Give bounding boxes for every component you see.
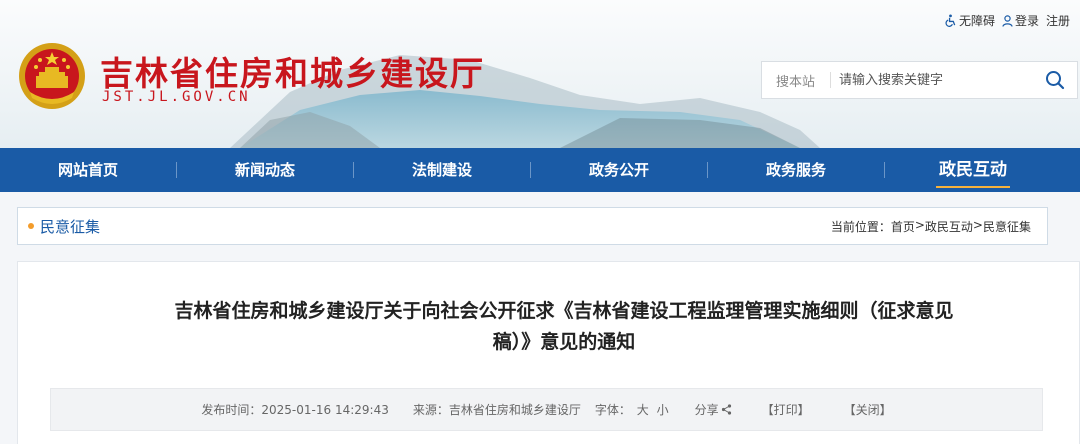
login-label: 登录 [1014,14,1039,28]
search-icon [1046,71,1065,90]
login-link[interactable]: 登录 [1002,12,1039,29]
publish-time: 发布时间：2025-01-16 14:29:43 [201,401,388,418]
source-label: 来源： [412,403,449,417]
search-box: 搜本站 [761,61,1078,99]
print-button[interactable]: 【打印】 [762,401,810,418]
section-title: 民意征集 [40,217,101,236]
search-scope-select[interactable]: 搜本站 [762,62,830,98]
article-panel: 吉林省住房和城乡建设厅关于向社会公开征求《吉林省建设工程监理管理实施细则（征求意… [17,261,1080,444]
breadcrumb-home[interactable]: 首页 [891,218,915,235]
font-size-control: 字体： 大 小 [595,401,671,418]
register-label: 注册 [1045,14,1070,28]
wheelchair-icon [945,14,956,27]
breadcrumb: 当前位置： 首页 > 政民互动 > 民意征集 [831,218,1031,235]
article-source: 来源：吉林省住房和城乡建设厅 [413,401,581,418]
source-value: 吉林省住房和城乡建设厅 [448,403,581,417]
main-nav: 网站首页 新闻动态 法制建设 政务公开 政务服务 政民互动 [0,148,1080,192]
nav-label: 新闻动态 [234,161,295,179]
section-heading: 民意征集 [28,216,100,237]
publish-time-label: 发布时间： [201,403,262,417]
share-icon [721,404,731,415]
font-large-button[interactable]: 大 [637,403,649,417]
register-link[interactable]: 注册 [1046,12,1070,29]
nav-label: 政务公开 [588,161,649,179]
site-title: 吉林省住房和城乡建设厅 [100,54,485,93]
breadcrumb-prefix: 当前位置： [830,219,891,234]
nav-item-home[interactable]: 网站首页 [0,148,176,192]
user-icon [1002,14,1013,27]
nav-label: 政民互动 [939,160,1007,180]
nav-item-gov-affairs[interactable]: 政务公开 [531,148,707,192]
nav-item-legal[interactable]: 法制建设 [354,148,530,192]
breadcrumb-interaction[interactable]: 政民互动 [925,218,973,235]
share-button[interactable]: 分享 [695,401,732,418]
nav-label: 政务服务 [765,161,826,179]
top-links: 无障碍 登录 注册 [937,12,1070,29]
breadcrumb-separator: > [972,217,983,232]
nav-item-interaction[interactable]: 政民互动 [885,148,1061,192]
national-emblem-logo [19,43,85,109]
search-divider [830,72,831,88]
search-input[interactable] [839,62,1033,98]
close-button[interactable]: 【关闭】 [844,401,892,418]
breadcrumb-current[interactable]: 民意征集 [983,218,1031,235]
article-title: 吉林省住房和城乡建设厅关于向社会公开征求《吉林省建设工程监理管理实施细则（征求意… [174,300,954,353]
font-small-button[interactable]: 小 [657,403,669,417]
bullet-dot-icon [28,223,34,229]
font-size-label: 字体： [594,403,631,417]
nav-item-news[interactable]: 新闻动态 [177,148,353,192]
article-meta-bar: 发布时间：2025-01-16 14:29:43 来源：吉林省住房和城乡建设厅 … [50,388,1043,431]
breadcrumb-bar: 民意征集 当前位置： 首页 > 政民互动 > 民意征集 [17,207,1048,245]
search-scope-label: 搜本站 [776,74,816,90]
nav-label: 法制建设 [411,161,472,179]
publish-time-value: 2025-01-16 14:29:43 [261,403,389,417]
breadcrumb-separator: > [914,217,925,232]
accessibility-link[interactable]: 无障碍 [944,12,995,29]
active-nav-indicator [936,186,1010,188]
site-header: 无障碍 登录 注册 吉林省住房和城乡建设厅 JST.JL.GOV.CN 搜本站 [0,0,1080,148]
share-label: 分享 [694,403,719,417]
site-domain: JST.JL.GOV.CN [102,89,251,105]
search-button[interactable] [1033,62,1077,98]
nav-item-gov-services[interactable]: 政务服务 [708,148,884,192]
accessibility-label: 无障碍 [958,14,995,28]
nav-label: 网站首页 [57,161,118,179]
